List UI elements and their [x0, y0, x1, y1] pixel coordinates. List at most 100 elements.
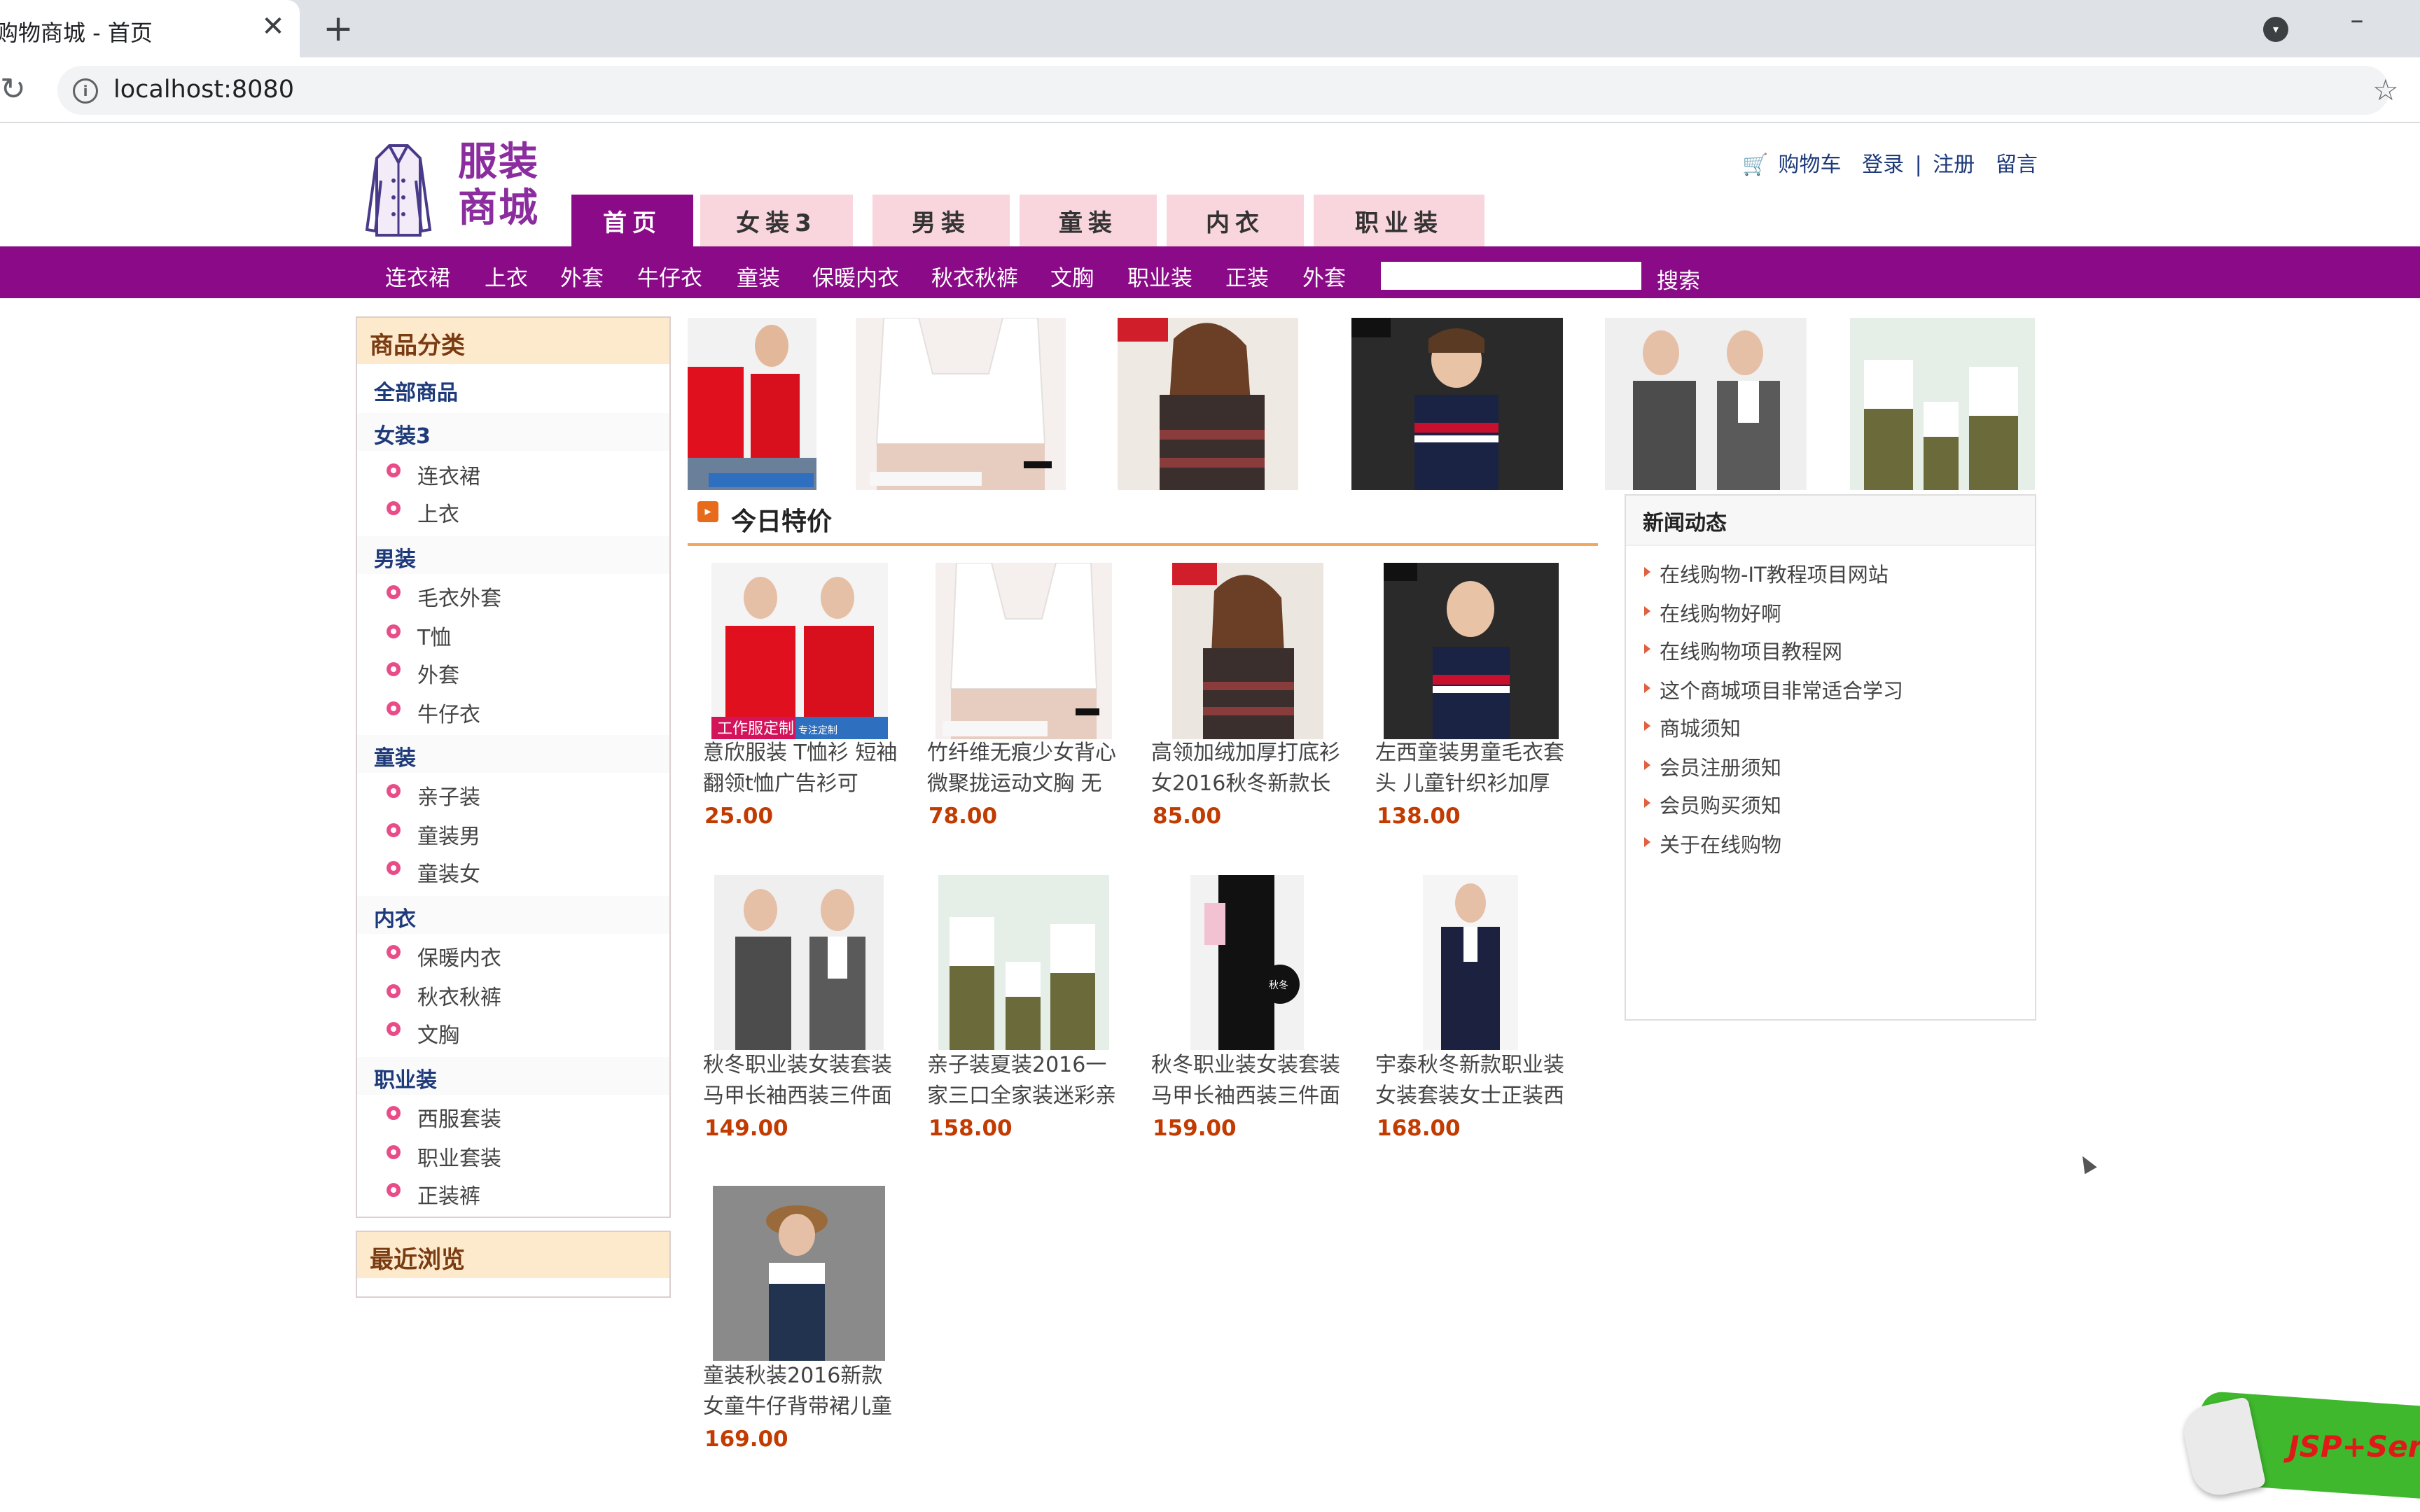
cart-icon[interactable]: 🛒 — [1742, 153, 1768, 177]
all-products-link[interactable]: 全部商品 — [374, 375, 458, 406]
search-button[interactable]: 搜索 — [1657, 263, 1700, 295]
news-item[interactable]: 这个商城项目非常适合学习 — [1660, 675, 1903, 704]
banner-office-suit[interactable] — [1605, 318, 1807, 490]
login-link[interactable]: 登录 — [1862, 153, 1904, 177]
tab-womens[interactable]: 女装3 — [700, 195, 853, 246]
site-info-icon[interactable]: i — [73, 78, 98, 104]
news-item[interactable]: 会员购买须知 — [1660, 790, 1781, 819]
catlink-coat-2[interactable]: 外套 — [1302, 260, 1346, 292]
category-kids[interactable]: 童装 — [374, 741, 416, 771]
product-image[interactable] — [714, 875, 884, 1050]
product-name[interactable]: 左西童装男童毛衣套头 儿童针织衫加厚 — [1375, 738, 1571, 799]
special-icon: ▸ — [697, 501, 718, 522]
catlink-kids[interactable]: 童装 — [737, 260, 780, 292]
arrow-icon — [1644, 721, 1650, 731]
category-mens[interactable]: 男装 — [374, 542, 416, 573]
search-input[interactable] — [1381, 262, 1641, 290]
product-name[interactable]: 意欣服装 T恤衫 短袖翻领t恤广告衫可 — [703, 738, 899, 799]
product-name[interactable]: 宇泰秋冬新款职业装 女装套装女士正装西 — [1375, 1050, 1571, 1112]
product-image[interactable] — [1172, 563, 1323, 739]
omnibox[interactable] — [57, 66, 2389, 115]
catlink-bra[interactable]: 文胸 — [1050, 260, 1094, 292]
tab-title: 购物商城 - 首页 — [0, 20, 153, 46]
subcategory-link[interactable]: 牛仔衣 — [417, 697, 480, 728]
subcategory-link[interactable]: 文胸 — [417, 1018, 459, 1049]
subcategory-link[interactable]: 连衣裙 — [417, 459, 480, 490]
news-item[interactable]: 会员注册须知 — [1660, 752, 1781, 781]
news-item[interactable]: 商城须知 — [1660, 713, 1741, 742]
catlink-top[interactable]: 上衣 — [485, 260, 528, 292]
product-image[interactable]: 工作服定制 专注定制 — [711, 563, 888, 739]
catlink-dress[interactable]: 连衣裙 — [385, 260, 450, 292]
subcategory-link[interactable]: 亲子装 — [417, 780, 480, 811]
register-link[interactable]: 注册 — [1933, 153, 1975, 177]
subcategory-link[interactable]: 毛衣外套 — [417, 581, 501, 612]
product-price: 168.00 — [1377, 1116, 1461, 1141]
subcategory-link[interactable]: 秋衣秋裤 — [417, 980, 501, 1011]
product-name[interactable]: 童装秋装2016新款 女童牛仔背带裙儿童 — [703, 1361, 899, 1422]
product-image[interactable] — [713, 1186, 885, 1361]
bullet-icon — [387, 624, 401, 638]
subcategory-link[interactable]: 外套 — [417, 658, 459, 689]
subcategory-link[interactable]: 保暖内衣 — [417, 941, 501, 972]
subcategory-link[interactable]: T恤 — [417, 620, 451, 651]
product-price: 138.00 — [1377, 804, 1461, 829]
bullet-icon — [387, 945, 401, 959]
product-image[interactable] — [1384, 563, 1559, 739]
product-image[interactable] — [936, 563, 1112, 739]
tab-home[interactable]: 首页 — [571, 195, 693, 246]
bullet-icon — [387, 463, 401, 477]
close-tab-icon[interactable]: ✕ — [259, 11, 287, 42]
category-workwear[interactable]: 职业装 — [374, 1063, 437, 1093]
news-title: 新闻动态 — [1643, 511, 1727, 536]
catlink-workwear[interactable]: 职业装 — [1127, 260, 1192, 292]
catlink-denim[interactable]: 牛仔衣 — [637, 260, 702, 292]
product-name[interactable]: 秋冬职业装女装套装 马甲长袖西装三件面 — [1151, 1050, 1347, 1112]
cart-link[interactable]: 购物车 — [1779, 153, 1842, 177]
tab-underwear[interactable]: 内衣 — [1167, 195, 1304, 246]
product-name[interactable]: 亲子装夏装2016一家三口全家装迷彩亲 — [927, 1050, 1123, 1112]
news-item[interactable]: 在线购物项目教程网 — [1660, 636, 1842, 665]
message-link[interactable]: 留言 — [1996, 153, 2038, 177]
bookmark-star-icon[interactable]: ☆ — [2372, 73, 2399, 107]
subcategory-link[interactable]: 职业套装 — [417, 1141, 501, 1172]
catlink-longjohns[interactable]: 秋衣秋裤 — [931, 260, 1018, 292]
mouse-cursor-icon — [2076, 1152, 2097, 1175]
minimize-icon[interactable]: – — [2343, 6, 2371, 34]
banner-knit-top[interactable] — [1118, 318, 1298, 490]
tab-workwear[interactable]: 职业装 — [1314, 195, 1484, 246]
product-image[interactable] — [938, 875, 1109, 1050]
subcategory-link[interactable]: 正装裤 — [417, 1179, 480, 1210]
url-text[interactable]: localhost:8080 — [113, 76, 294, 104]
news-item[interactable]: 关于在线购物 — [1660, 829, 1781, 858]
link-separator: | — [1914, 153, 1922, 177]
catlink-thermal[interactable]: 保暖内衣 — [812, 260, 899, 292]
product-image[interactable]: 秋冬 — [1190, 875, 1304, 1050]
tab-kids[interactable]: 童装 — [1020, 195, 1157, 246]
product-name[interactable]: 高领加绒加厚打底衫 女2016秋冬新款长 — [1151, 738, 1347, 799]
catlink-coat[interactable]: 外套 — [560, 260, 604, 292]
banner-boy-sweater[interactable] — [1351, 318, 1563, 490]
category-underwear[interactable]: 内衣 — [374, 902, 416, 932]
news-item[interactable]: 在线购物好啊 — [1660, 598, 1781, 627]
special-divider — [688, 543, 1598, 546]
category-womens[interactable]: 女装3 — [374, 419, 431, 449]
banner-polo-couple[interactable] — [688, 318, 816, 490]
subcategory-link[interactable]: 童装男 — [417, 819, 480, 850]
tab-mens[interactable]: 男装 — [872, 195, 1010, 246]
tab-search-icon[interactable]: ▾ — [2263, 17, 2288, 42]
product-name[interactable]: 竹纤维无痕少女背心 微聚拢运动文胸 无 — [927, 738, 1123, 799]
subcategory-link[interactable]: 西服套装 — [417, 1102, 501, 1133]
subcategory-link[interactable]: 童装女 — [417, 857, 480, 888]
news-item[interactable]: 在线购物-IT教程项目网站 — [1660, 559, 1889, 588]
new-tab-icon[interactable]: + — [319, 10, 357, 48]
reload-icon[interactable]: ↻ — [0, 74, 31, 105]
product-name[interactable]: 秋冬职业装女装套装 马甲长袖西装三件面 — [703, 1050, 899, 1112]
image-label: 工作服定制 — [717, 720, 794, 738]
catlink-formal[interactable]: 正装 — [1225, 260, 1269, 292]
subcategory-link[interactable]: 上衣 — [417, 497, 459, 528]
bullet-icon — [387, 1106, 401, 1120]
product-image[interactable] — [1423, 875, 1518, 1050]
banner-sports-bra[interactable] — [856, 318, 1066, 490]
banner-family-camo[interactable] — [1850, 318, 2035, 490]
